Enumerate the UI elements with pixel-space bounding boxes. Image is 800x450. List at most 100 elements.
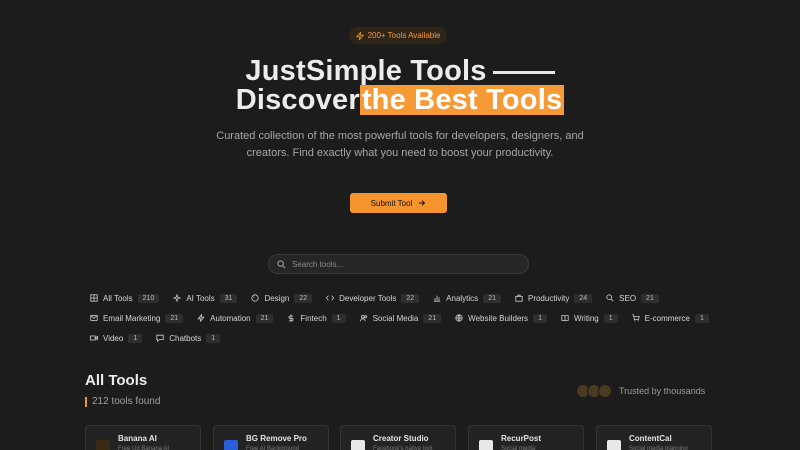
badge-label: 200+ Tools Available bbox=[367, 31, 441, 40]
category-count: 22 bbox=[401, 293, 420, 303]
palette-icon bbox=[251, 294, 260, 302]
category-count: 1 bbox=[128, 333, 143, 343]
category-ai-tools[interactable]: AI Tools 31 bbox=[169, 291, 241, 305]
category-label: Social Media bbox=[372, 313, 419, 323]
tool-description: Facebook's native tool bbox=[373, 446, 433, 450]
hero-title-text: JustSimple Tools bbox=[245, 55, 487, 87]
category-label: Automation bbox=[210, 313, 251, 323]
category-count: 210 bbox=[137, 293, 160, 303]
avatar bbox=[598, 384, 612, 398]
search-input[interactable] bbox=[292, 259, 512, 269]
search-icon bbox=[606, 294, 614, 302]
category-count: 21 bbox=[255, 313, 274, 323]
tool-logo-icon bbox=[224, 440, 238, 450]
category-count: 22 bbox=[294, 293, 313, 303]
code-icon bbox=[326, 295, 335, 301]
category-writing[interactable]: Writing 1 bbox=[557, 311, 622, 325]
hero-subtitle: Curated collection of the most powerful … bbox=[216, 130, 584, 159]
zap-icon bbox=[355, 31, 364, 40]
category-count: 21 bbox=[641, 293, 659, 303]
category-productivity[interactable]: Productivity 24 bbox=[511, 291, 596, 305]
category-label: Website Builders bbox=[468, 313, 529, 323]
tool-name: Creator Studio bbox=[373, 434, 429, 443]
category-e-commerce[interactable]: E-commerce 1 bbox=[628, 311, 713, 325]
tool-card[interactable]: RecurPost Social media bbox=[468, 425, 584, 450]
category-count: 1 bbox=[206, 333, 221, 343]
tool-name: ContentCal bbox=[629, 434, 672, 443]
submit-tool-label: Submit Tool bbox=[370, 198, 413, 208]
tool-card[interactable]: Creator Studio Facebook's native tool bbox=[340, 425, 456, 450]
arrow-right-icon bbox=[419, 200, 426, 206]
hero-title-plain: Discover bbox=[235, 84, 360, 116]
category-count: 1 bbox=[694, 313, 709, 323]
users-icon bbox=[359, 314, 367, 322]
tool-card[interactable]: ContentCal Social media planning bbox=[596, 425, 712, 450]
tool-description: Social media bbox=[501, 446, 536, 450]
submit-tool-button[interactable]: Submit Tool bbox=[350, 193, 447, 213]
tool-name: BG Remove Pro bbox=[246, 434, 307, 443]
search-icon bbox=[277, 259, 286, 268]
category-label: Fintech bbox=[300, 313, 327, 323]
mail-icon bbox=[90, 315, 98, 321]
tool-card[interactable]: BG Remove Pro Free AI Background bbox=[213, 425, 329, 450]
grid-icon bbox=[90, 294, 98, 302]
tool-name: RecurPost bbox=[501, 434, 542, 443]
category-count: 24 bbox=[574, 293, 593, 303]
category-email-marketing[interactable]: Email Marketing 21 bbox=[86, 311, 187, 325]
tool-logo-icon bbox=[96, 440, 110, 450]
tool-name: Banana AI bbox=[118, 434, 157, 443]
category-label: Design bbox=[264, 293, 290, 303]
tool-logo-icon bbox=[479, 440, 493, 450]
category-analytics[interactable]: Analytics 21 bbox=[429, 291, 505, 305]
category-label: AI Tools bbox=[186, 293, 215, 303]
tools-found-label: 212 tools found bbox=[92, 396, 161, 407]
trusted-label: Trusted by thousands bbox=[619, 386, 706, 396]
briefcase-icon bbox=[515, 294, 523, 302]
tool-description: Free Up Banana AI bbox=[118, 446, 170, 450]
category-social-media[interactable]: Social Media 21 bbox=[356, 311, 446, 325]
category-label: SEO bbox=[619, 293, 637, 303]
category-count: 1 bbox=[603, 313, 618, 323]
category-filters: All Tools 210 AI Tools 31 Design 22 Developer … bbox=[86, 291, 716, 345]
globe-icon bbox=[455, 314, 463, 322]
category-design[interactable]: Design 22 bbox=[247, 291, 316, 305]
tool-logo-icon bbox=[351, 440, 365, 450]
category-count: 21 bbox=[423, 313, 442, 323]
category-label: All Tools bbox=[103, 293, 133, 303]
tool-logo-icon bbox=[607, 440, 621, 450]
section-title: All Tools bbox=[85, 372, 148, 389]
category-video[interactable]: Video 1 bbox=[86, 331, 146, 345]
category-seo[interactable]: SEO 21 bbox=[602, 291, 663, 305]
category-all-tools[interactable]: All Tools 210 bbox=[86, 291, 163, 305]
cart-icon bbox=[632, 314, 640, 322]
category-label: E-commerce bbox=[644, 313, 690, 323]
sparkles-icon bbox=[173, 294, 182, 302]
tool-description: Social media planning bbox=[629, 446, 688, 450]
title-dash bbox=[492, 70, 555, 74]
category-label: Writing bbox=[573, 313, 599, 323]
search-bar[interactable] bbox=[268, 254, 529, 274]
dollar-icon bbox=[289, 314, 294, 322]
hero-title-highlight: the Best Tools bbox=[359, 84, 565, 116]
category-label: Developer Tools bbox=[339, 293, 397, 303]
hero-title-line2: Discoverthe Best Tools bbox=[0, 84, 800, 117]
chat-icon bbox=[156, 334, 164, 342]
category-count: 1 bbox=[533, 313, 547, 323]
category-fintech[interactable]: Fintech 1 bbox=[283, 311, 349, 325]
accent-bar bbox=[85, 396, 87, 407]
video-icon bbox=[90, 335, 98, 341]
category-website-builders[interactable]: Website Builders 1 bbox=[451, 311, 551, 325]
tools-found: 212 tools found bbox=[85, 396, 160, 407]
category-label: Chatbots bbox=[169, 333, 202, 343]
category-developer-tools[interactable]: Developer Tools 22 bbox=[322, 291, 423, 305]
category-automation[interactable]: Automation 21 bbox=[193, 311, 277, 325]
category-chatbots[interactable]: Chatbots 1 bbox=[152, 331, 224, 345]
tool-description: Free AI Background bbox=[246, 446, 300, 450]
category-count: 31 bbox=[219, 293, 238, 303]
tool-card[interactable]: Banana AI Free Up Banana AI bbox=[85, 425, 201, 450]
category-count: 21 bbox=[165, 313, 184, 323]
category-label: Email Marketing bbox=[103, 313, 161, 323]
zap-icon bbox=[197, 314, 205, 322]
bar-chart-icon bbox=[433, 295, 441, 302]
book-icon bbox=[561, 315, 569, 322]
